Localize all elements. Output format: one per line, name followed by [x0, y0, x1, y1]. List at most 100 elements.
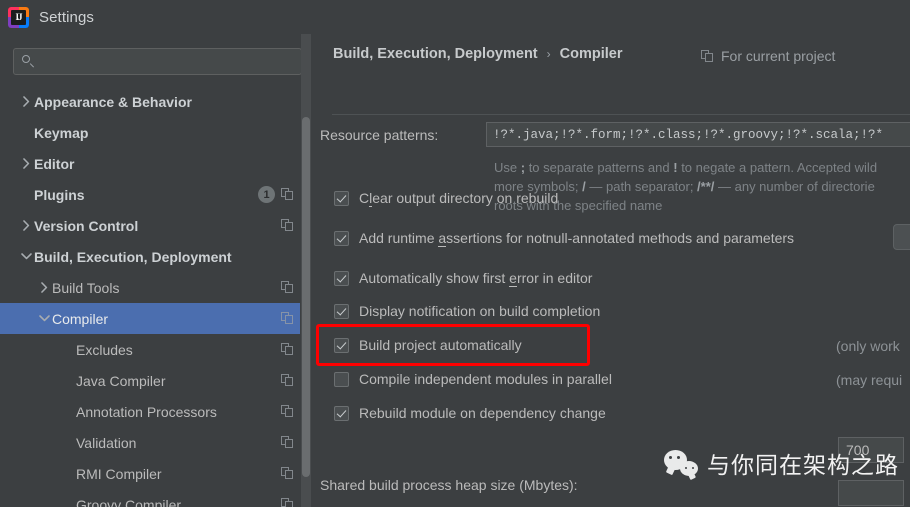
- checkbox-label: Build project automatically: [359, 337, 522, 353]
- chevron-right-icon[interactable]: [36, 282, 52, 293]
- checkbox-label-text: Rebuild module on dependency change: [359, 405, 606, 421]
- sidebar-item-label: Appearance & Behavior: [34, 93, 192, 110]
- checkbox-automatically-show-first-error-in-editor[interactable]: Automatically show first error in editor: [334, 270, 592, 287]
- breadcrumb-current: Compiler: [559, 46, 623, 62]
- copy-icon[interactable]: [281, 498, 294, 507]
- chevron-down-icon[interactable]: [36, 315, 52, 322]
- breadcrumb-parent[interactable]: Build, Execution, Deployment: [333, 46, 538, 62]
- copy-icon[interactable]: [281, 436, 294, 449]
- heap-size-input[interactable]: 700: [838, 437, 904, 463]
- search-field-wrapper[interactable]: [13, 48, 302, 75]
- copy-icon[interactable]: [281, 467, 294, 480]
- sidebar-item-appearance-behavior[interactable]: Appearance & Behavior: [0, 86, 300, 117]
- chevron-right-icon[interactable]: [18, 96, 34, 107]
- checkbox-checked-icon[interactable]: [334, 303, 349, 319]
- checkbox-add-runtime-assertions-for-notnull-annotat[interactable]: Add runtime assertions for notnull-annot…: [334, 230, 795, 247]
- checkbox-display-notification-on-build-completion[interactable]: Display notification on build completion: [334, 303, 600, 319]
- sidebar-item-excludes[interactable]: Excludes: [0, 334, 300, 365]
- for-current-project-text: For current project: [721, 48, 836, 64]
- checkbox-side-note: (may requi: [836, 372, 903, 388]
- sidebar-item-label: Java Compiler: [76, 372, 166, 389]
- sidebar-item-editor[interactable]: Editor: [0, 148, 300, 179]
- checkbox-side-note: (only work: [836, 338, 900, 354]
- checkbox-unchecked-icon[interactable]: [334, 371, 349, 387]
- sidebar-item-label: Build Tools: [52, 279, 120, 296]
- checkbox-label: Rebuild module on dependency change: [359, 405, 606, 421]
- intellij-idea-logo-icon: IJ: [8, 6, 29, 28]
- resource-patterns-input[interactable]: !?*.java;!?*.form;!?*.class;!?*.groovy;!…: [486, 122, 910, 147]
- hint-text: to negate a pattern. Accepted wild: [677, 160, 878, 175]
- update-count-badge: 1: [258, 186, 275, 203]
- checkbox-checked-icon[interactable]: [334, 337, 349, 353]
- chevron-down-icon[interactable]: [18, 253, 34, 260]
- copy-icon[interactable]: [281, 312, 294, 325]
- sidebar-item-compiler[interactable]: Compiler: [0, 303, 300, 334]
- sidebar-item-java-compiler[interactable]: Java Compiler: [0, 365, 300, 396]
- breadcrumb-separator-icon: ›: [546, 47, 551, 61]
- chevron-right-icon[interactable]: [18, 220, 34, 231]
- sidebar-item-label: Groovy Compiler: [76, 496, 182, 507]
- sidebar-item-keymap[interactable]: Keymap: [0, 117, 300, 148]
- sidebar-scrollbar-thumb[interactable]: [302, 117, 310, 477]
- checkbox-checked-icon[interactable]: [334, 190, 349, 206]
- settings-window: IJ Settings Appearance & Behavior Keymap E…: [0, 0, 910, 507]
- checkbox-label-text: Add runtime: [359, 230, 439, 246]
- sidebar-item-groovy-compiler[interactable]: Groovy Compiler: [0, 489, 300, 507]
- sidebar-item-label: Validation: [76, 434, 137, 451]
- checkbox-label-text: C: [359, 190, 370, 206]
- hint-text: to separate patterns and: [525, 160, 674, 175]
- hint-text: Use: [494, 160, 521, 175]
- breadcrumb[interactable]: Build, Execution, Deployment › Compiler: [333, 46, 622, 62]
- heap-size-value: 700: [846, 442, 870, 458]
- checkbox-label: Clear output directory on rebuild: [359, 190, 558, 207]
- sidebar-item-label: RMI Compiler: [76, 465, 162, 482]
- checkbox-label-text: ssertions for notnull-annotated methods …: [446, 230, 795, 246]
- hint-text: — path separator;: [585, 179, 698, 194]
- copy-icon[interactable]: [281, 405, 294, 418]
- vm-options-input[interactable]: [838, 480, 904, 506]
- copy-icon[interactable]: [281, 281, 294, 294]
- search-box[interactable]: [13, 48, 302, 75]
- settings-sidebar: Appearance & Behavior Keymap Editor Plugins…: [0, 34, 312, 507]
- checkbox-label: Display notification on build completion: [359, 303, 600, 319]
- sidebar-item-validation[interactable]: Validation: [0, 427, 300, 458]
- chevron-right-icon[interactable]: [18, 158, 34, 169]
- sidebar-item-label: Build, Execution, Deployment: [34, 248, 232, 265]
- sidebar-item-version-control[interactable]: Version Control: [0, 210, 300, 241]
- checkbox-checked-icon[interactable]: [334, 405, 349, 421]
- header-divider: [332, 114, 910, 115]
- checkbox-compile-independent-modules-in-parallel[interactable]: Compile independent modules in parallel: [334, 371, 612, 387]
- checkbox-checked-icon[interactable]: [334, 270, 349, 286]
- sidebar-item-label: Excludes: [76, 341, 133, 358]
- sidebar-item-annotation-processors[interactable]: Annotation Processors: [0, 396, 300, 427]
- search-icon: [22, 55, 35, 68]
- copy-icon[interactable]: [281, 219, 294, 232]
- sidebar-item-label: Annotation Processors: [76, 403, 217, 420]
- sidebar-item-build-execution-deployment[interactable]: Build, Execution, Deployment: [0, 241, 300, 272]
- search-input[interactable]: [35, 53, 301, 70]
- checkbox-build-project-automatically[interactable]: Build project automatically: [334, 337, 522, 353]
- checkbox-label: Add runtime assertions for notnull-annot…: [359, 230, 795, 247]
- heap-size-label: Shared build process heap size (Mbytes):: [320, 477, 578, 493]
- checkbox-mnemonic-letter: a: [438, 230, 447, 247]
- copy-icon[interactable]: [281, 374, 294, 387]
- sidebar-item-plugins[interactable]: Plugins 1: [0, 179, 300, 210]
- copy-icon[interactable]: [281, 188, 294, 201]
- sidebar-item-rmi-compiler[interactable]: RMI Compiler: [0, 458, 300, 489]
- checkbox-checked-icon[interactable]: [334, 230, 349, 246]
- checkbox-rebuild-module-on-dependency-change[interactable]: Rebuild module on dependency change: [334, 405, 606, 421]
- sidebar-item-build-tools[interactable]: Build Tools: [0, 272, 300, 303]
- resource-patterns-label: Resource patterns:: [320, 127, 439, 143]
- settings-tree[interactable]: Appearance & Behavior Keymap Editor Plugins…: [0, 86, 300, 507]
- sidebar-item-label: Plugins: [34, 186, 85, 203]
- resource-patterns-value: !?*.java;!?*.form;!?*.class;!?*.groovy;!…: [493, 127, 884, 142]
- checkbox-label-text: Automatically show first: [359, 270, 510, 286]
- assertions-options-button[interactable]: [893, 224, 910, 250]
- copy-icon[interactable]: [281, 343, 294, 356]
- checkbox-clear-output-directory-on-rebuild[interactable]: Clear output directory on rebuild: [334, 190, 558, 207]
- checkbox-label: Compile independent modules in parallel: [359, 371, 612, 387]
- checkbox-mnemonic-letter: e: [509, 270, 517, 287]
- sidebar-item-label: Editor: [34, 155, 75, 172]
- checkbox-label-text: Compile independent modules in parallel: [359, 371, 612, 387]
- window-title: Settings: [39, 8, 94, 26]
